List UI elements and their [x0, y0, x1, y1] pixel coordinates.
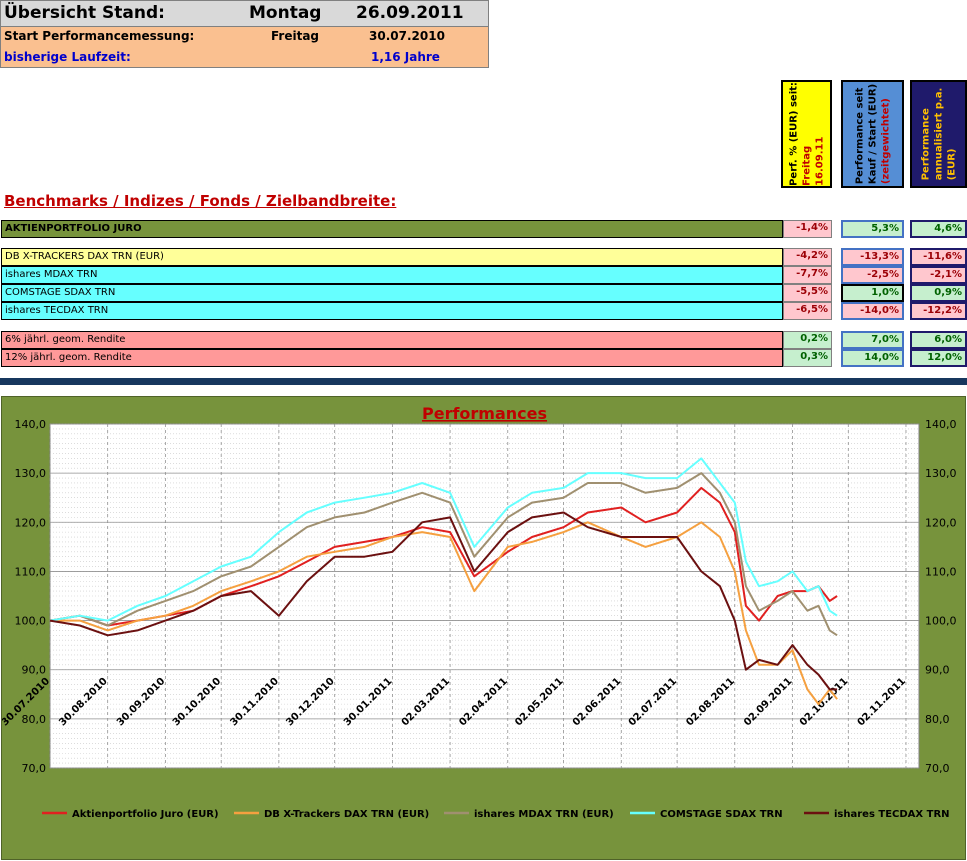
table-cell-value: 0,2% — [783, 331, 832, 349]
current-weekday: Montag — [249, 3, 322, 23]
table-cell-value: -7,7% — [783, 266, 832, 284]
y-tick-label: 90,0 — [22, 664, 47, 677]
column-header-line: Performance seit — [854, 87, 865, 185]
table-cell-value: -5,5% — [783, 284, 832, 302]
table-cell-value: 6,0% — [910, 331, 967, 349]
header-row-runtime: bisherige Laufzeit: 1,16 Jahre — [0, 47, 489, 68]
table-row-name: DB X-TRACKERS DAX TRN (EUR) — [1, 248, 783, 266]
page-title: Übersicht Stand: — [4, 3, 165, 23]
current-date: 26.09.2011 — [356, 3, 464, 23]
table-cell-value: -13,3% — [841, 248, 904, 266]
table-cell-value: -11,6% — [910, 248, 967, 266]
table-cell-value: 5,3% — [841, 220, 904, 238]
column-header-line: Freitag — [801, 145, 812, 186]
column-header-line: Perf. % (EUR) seit: — [788, 82, 799, 186]
y-tick-label: 130,0 — [15, 467, 47, 480]
y2-tick-label: 80,0 — [925, 713, 950, 726]
table-row-name: AKTIENPORTFOLIO JURO — [1, 220, 783, 238]
column-header-line: (EUR) — [946, 148, 957, 181]
start-label: Start Performancemessung: — [4, 29, 195, 43]
chart-title: Performances — [422, 404, 547, 423]
y-tick-label: 100,0 — [15, 615, 47, 628]
column-header-perf-total: Performance seit Kauf / Start (EUR) (zei… — [841, 80, 904, 188]
table-cell-value: 14,0% — [841, 349, 904, 367]
legend-label: ishares MDAX TRN (EUR) — [474, 809, 614, 820]
table-cell-value: -2,5% — [841, 266, 904, 284]
column-header-line: (zeitgewichtet) — [880, 98, 891, 185]
legend-label: COMSTAGE SDAX TRN — [660, 809, 783, 820]
y-tick-label: 120,0 — [15, 516, 47, 529]
y2-tick-label: 100,0 — [925, 615, 957, 628]
table-cell-value: 7,0% — [841, 331, 904, 349]
table-row-name: 12% jährl. geom. Rendite — [1, 349, 783, 367]
y-tick-label: 70,0 — [22, 762, 47, 775]
section-divider — [0, 378, 967, 385]
table-cell-value: -14,0% — [841, 302, 904, 320]
column-header-perf-annualized: Performance annualisiert p.a. (EUR) — [910, 80, 967, 188]
table-cell-value: -1,4% — [783, 220, 832, 238]
legend-label: Aktienportfolio Juro (EUR) — [72, 809, 219, 820]
legend-label: DB X-Trackers DAX TRN (EUR) — [264, 809, 429, 820]
y-tick-label: 110,0 — [15, 565, 47, 578]
table-cell-value: 12,0% — [910, 349, 967, 367]
y2-tick-label: 140,0 — [925, 418, 957, 431]
table-row-name: COMSTAGE SDAX TRN — [1, 284, 783, 302]
performance-chart-panel: Performances 70,0 70,0 80,0 80,0 90,0 90,0 100,… — [1, 396, 966, 860]
y2-tick-label: 130,0 — [925, 467, 957, 480]
start-date: 30.07.2010 — [369, 29, 445, 43]
runtime-label: bisherige Laufzeit: — [4, 50, 131, 64]
legend-label: ishares TECDAX TRN — [834, 809, 950, 820]
header-row-start: Start Performancemessung: Freitag 30.07.… — [0, 27, 489, 47]
table-cell-value: 0,9% — [910, 284, 967, 302]
y2-tick-label: 110,0 — [925, 565, 957, 578]
column-header-line: Performance — [920, 108, 931, 181]
runtime-value: 1,16 Jahre — [371, 50, 440, 64]
y2-tick-label: 70,0 — [925, 762, 950, 775]
table-cell-value: 1,0% — [841, 284, 904, 302]
column-header-line: Kauf / Start (EUR) — [867, 83, 878, 185]
y-tick-label: 140,0 — [15, 418, 47, 431]
table-cell-value: -4,2% — [783, 248, 832, 266]
benchmarks-title: Benchmarks / Indizes / Fonds / Zielbandb… — [4, 192, 397, 210]
column-header-perf-since: Perf. % (EUR) seit: Freitag 16.09.11 — [781, 80, 832, 188]
table-row-name: ishares TECDAX TRN — [1, 302, 783, 320]
table-cell-value: -12,2% — [910, 302, 967, 320]
table-row-name: 6% jährl. geom. Rendite — [1, 331, 783, 349]
table-cell-value: 4,6% — [910, 220, 967, 238]
y2-tick-label: 120,0 — [925, 516, 957, 529]
start-weekday: Freitag — [271, 29, 320, 43]
performance-chart: Performances 70,0 70,0 80,0 80,0 90,0 90,0 100,… — [2, 404, 957, 820]
table-cell-value: 0,3% — [783, 349, 832, 367]
column-header-line: 16.09.11 — [814, 136, 825, 186]
y2-tick-label: 90,0 — [925, 664, 950, 677]
y-tick-label: 80,0 — [22, 713, 47, 726]
table-cell-value: -6,5% — [783, 302, 832, 320]
header-row-stand: Übersicht Stand: Montag 26.09.2011 — [0, 0, 489, 27]
table-row-name: ishares MDAX TRN — [1, 266, 783, 284]
table-cell-value: -2,1% — [910, 266, 967, 284]
column-header-line: annualisiert p.a. — [933, 87, 944, 181]
